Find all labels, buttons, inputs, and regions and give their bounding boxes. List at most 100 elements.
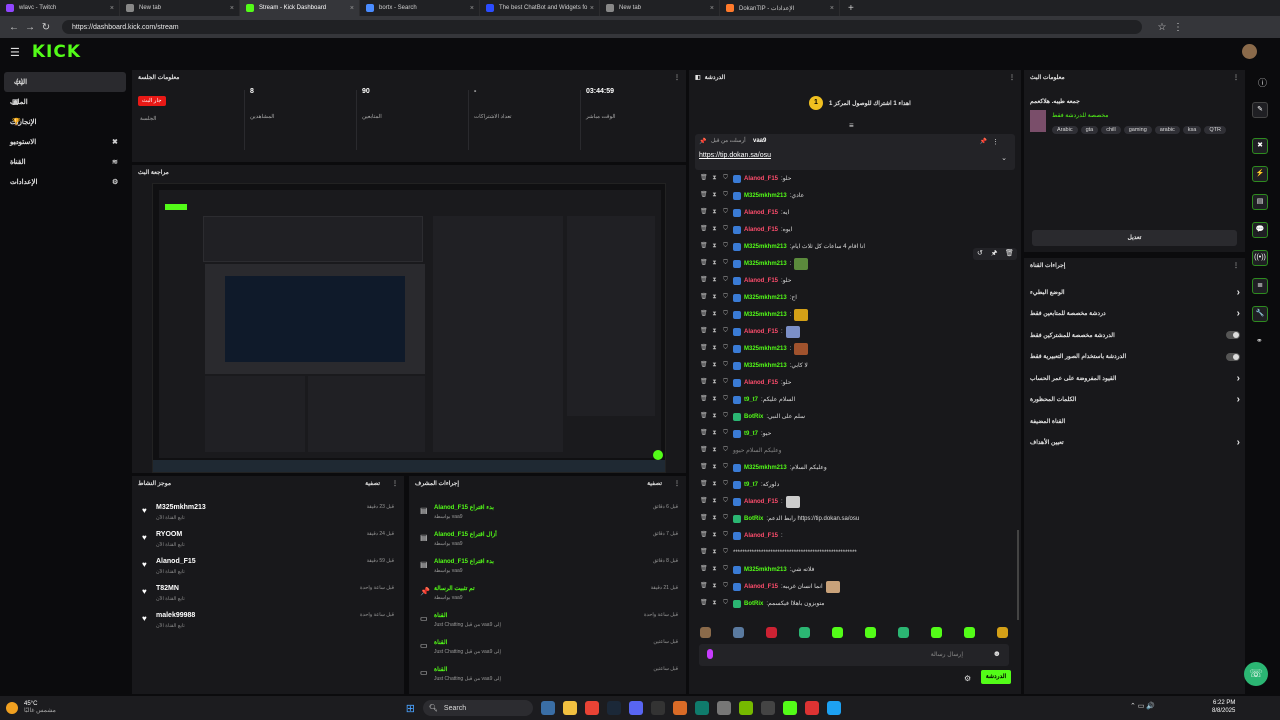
close-icon[interactable]: ×: [710, 5, 714, 12]
tag[interactable]: chill: [1101, 126, 1121, 134]
sidebar-item[interactable]: ⌄ ✖ الاستوديو: [0, 132, 130, 152]
tag[interactable]: ksa: [1182, 126, 1202, 134]
layers-icon[interactable]: ≣: [1252, 278, 1268, 294]
emote-icon[interactable]: [733, 627, 744, 638]
chat-username[interactable]: t9_t7: [744, 397, 758, 403]
list-icon[interactable]: ▤: [1252, 194, 1268, 210]
chat-bubble-icon[interactable]: 💬: [1252, 222, 1268, 238]
timeout-icon[interactable]: ⧗: [711, 209, 718, 216]
info-icon[interactable]: ⓘ: [1258, 76, 1267, 89]
timeout-icon[interactable]: ⧗: [711, 328, 718, 335]
more-icon[interactable]: ⋮: [992, 138, 999, 146]
more-icon[interactable]: ⋮: [674, 74, 680, 81]
tag[interactable]: arabic: [1154, 126, 1180, 134]
tag[interactable]: gaming: [1123, 126, 1152, 134]
chat-username[interactable]: M325mkhm213: [744, 261, 787, 267]
delete-icon[interactable]: 🗑: [700, 532, 708, 539]
emoji-icon[interactable]: ☻: [993, 649, 1001, 658]
app-icon[interactable]: [827, 701, 842, 715]
delete-icon[interactable]: 🗑: [700, 379, 708, 386]
timeout-icon[interactable]: ⧗: [711, 311, 718, 318]
chat-username[interactable]: Alanod_F15: [744, 329, 778, 335]
browser-tab[interactable]: Stream - Kick Dashboard ×: [240, 0, 360, 16]
chat-username[interactable]: M325mkhm213: [744, 465, 787, 471]
delete-icon[interactable]: 🗑: [700, 362, 708, 369]
kick-logo[interactable]: KICK: [32, 42, 81, 62]
chevron-right-icon[interactable]: ›: [1237, 308, 1240, 319]
collapse-icon[interactable]: ≡: [849, 121, 854, 130]
delete-icon[interactable]: 🗑: [700, 549, 708, 556]
stream-category[interactable]: مخصصة للدردشة فقط: [1052, 112, 1108, 119]
chat-username[interactable]: Alanod_F15: [744, 380, 778, 386]
chat-username[interactable]: M325mkhm213: [744, 244, 787, 250]
tag[interactable]: gta: [1080, 126, 1099, 134]
sidebar-item[interactable]: ⌄ ≋ القناة: [0, 152, 130, 172]
activity-user[interactable]: Alanod_F15: [156, 558, 196, 565]
toggle-switch[interactable]: [1226, 352, 1240, 361]
tray-icons[interactable]: ⌃ ▭ 🔊: [1130, 702, 1155, 710]
more-icon[interactable]: ⋮: [392, 480, 398, 487]
more-icon[interactable]: ⋮: [1009, 74, 1015, 81]
folder-icon[interactable]: [563, 701, 578, 715]
chat-username[interactable]: BotRix: [744, 601, 763, 607]
reload-icon[interactable]: ↻: [38, 22, 54, 33]
activity-user[interactable]: T82MN: [156, 585, 179, 592]
back-icon[interactable]: ←: [6, 22, 22, 33]
url-input[interactable]: https://dashboard.kick.com/stream: [62, 20, 1142, 34]
timeout-icon[interactable]: ⧗: [711, 481, 718, 488]
browser-tab[interactable]: DokanTIP - الإعدادات ×: [720, 0, 840, 16]
chat-username[interactable]: t9_t7: [744, 482, 758, 488]
forward-icon[interactable]: →: [22, 22, 38, 33]
close-icon[interactable]: ×: [230, 5, 234, 12]
chat-username[interactable]: Alanod_F15: [744, 227, 778, 233]
chat-username[interactable]: M325mkhm213: [744, 363, 787, 369]
chat-username[interactable]: BotRix: [744, 414, 763, 420]
delete-icon[interactable]: 🗑: [700, 294, 708, 301]
timeout-icon[interactable]: ⧗: [711, 226, 718, 233]
timeout-icon[interactable]: ⧗: [711, 345, 718, 352]
timeout-icon[interactable]: ⧗: [711, 532, 718, 539]
chat-username[interactable]: M325mkhm213: [744, 295, 787, 301]
delete-icon[interactable]: 🗑: [700, 464, 708, 471]
more-icon[interactable]: ⋮: [674, 480, 680, 487]
chat-username[interactable]: M325mkhm213: [744, 312, 787, 318]
app-icon[interactable]: [805, 701, 820, 715]
hamburger-icon[interactable]: ☰: [10, 46, 20, 59]
timeout-icon[interactable]: ⧗: [711, 430, 718, 437]
delete-icon[interactable]: 🗑: [700, 192, 708, 199]
nvidia-icon[interactable]: [739, 701, 754, 715]
emote-icon[interactable]: [766, 627, 777, 638]
kick-app-icon[interactable]: [783, 701, 798, 715]
browser-tab[interactable]: New tab ×: [120, 0, 240, 16]
taskbar-search[interactable]: 🔍︎ Search: [423, 700, 534, 716]
tag[interactable]: QTR: [1204, 126, 1226, 134]
edit-icon[interactable]: ✎: [1252, 102, 1268, 118]
app-icon[interactable]: [761, 701, 776, 715]
new-tab-icon[interactable]: +: [848, 3, 854, 14]
close-icon[interactable]: ×: [590, 5, 594, 12]
share-icon[interactable]: ⚭: [1256, 336, 1263, 345]
discord-icon[interactable]: [629, 701, 644, 715]
delete-icon[interactable]: 🗑: [700, 515, 708, 522]
chevron-right-icon[interactable]: ›: [1237, 394, 1240, 405]
emote-icon[interactable]: [865, 627, 876, 638]
sidebar-item[interactable]: 🏆 الإنجازات: [0, 112, 130, 132]
filter-button[interactable]: تصفية: [647, 480, 662, 487]
emote-icon[interactable]: [931, 627, 942, 638]
chrome-icon[interactable]: [585, 701, 600, 715]
chat-username[interactable]: Alanod_F15: [744, 499, 778, 505]
sidebar-action-icon[interactable]: ✖: [112, 138, 118, 146]
chevron-right-icon[interactable]: ›: [1237, 287, 1240, 298]
avatar[interactable]: [1242, 44, 1257, 59]
broadcast-icon[interactable]: ((•)): [1252, 250, 1268, 266]
emote-icon[interactable]: [700, 627, 711, 638]
delete-icon[interactable]: 🗑: [700, 311, 708, 318]
channel-action-row[interactable]: دردشة مخصصة للمتابعين فقط ›: [1026, 303, 1244, 325]
sidebar-item[interactable]: ⌄ ⚙ الإعدادات: [0, 172, 130, 192]
browser-tab[interactable]: wlavc - Twitch ×: [0, 0, 120, 16]
delete-icon[interactable]: 🗑: [700, 345, 708, 352]
channel-action-row[interactable]: الدردشة مخصصة للمشتركين فقط: [1026, 324, 1244, 346]
filter-button[interactable]: تصفية: [365, 480, 380, 487]
delete-icon[interactable]: 🗑: [700, 260, 708, 267]
edit-button[interactable]: تعديل: [1032, 230, 1237, 246]
